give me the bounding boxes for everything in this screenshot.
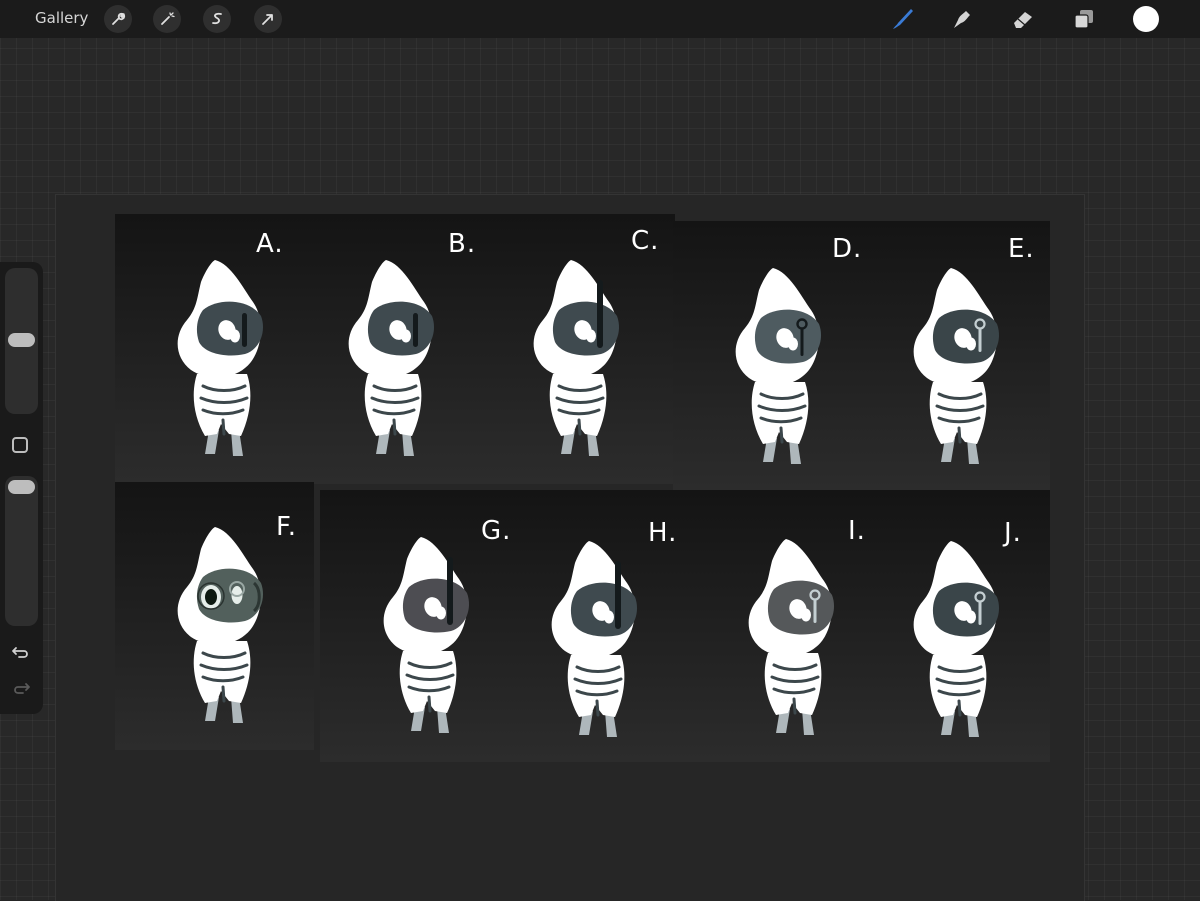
- character-variant: [728, 537, 858, 746]
- variant-label: C.: [631, 226, 660, 256]
- character-variant: [893, 539, 1023, 748]
- variant-label: F.: [276, 512, 298, 542]
- top-toolbar: Gallery: [0, 0, 1200, 38]
- brush-size-handle[interactable]: [8, 333, 35, 347]
- variant-label: B.: [448, 229, 477, 259]
- layers-icon[interactable]: [1071, 6, 1097, 32]
- modify-button[interactable]: [12, 437, 28, 453]
- redo-icon[interactable]: [11, 681, 31, 701]
- gallery-button[interactable]: Gallery: [35, 9, 88, 27]
- character-variant: [157, 525, 287, 734]
- variant-label: G.: [481, 516, 512, 546]
- magic-wand-icon[interactable]: [153, 5, 181, 33]
- smudge-icon[interactable]: [949, 6, 975, 32]
- color-picker[interactable]: [1133, 6, 1159, 32]
- character-variant: [157, 258, 287, 467]
- brush-size-slider[interactable]: [5, 268, 38, 414]
- variant-label: D.: [832, 234, 863, 264]
- selection-icon[interactable]: [203, 5, 231, 33]
- opacity-slider[interactable]: [5, 476, 38, 626]
- variant-label: H.: [648, 518, 678, 548]
- opacity-handle[interactable]: [8, 480, 35, 494]
- character-variant: [531, 539, 661, 748]
- transform-arrow-icon[interactable]: [254, 5, 282, 33]
- variant-label: E.: [1008, 234, 1035, 264]
- variant-label: I.: [848, 516, 866, 546]
- character-variant: [513, 258, 643, 467]
- character-variant: [363, 535, 493, 744]
- eraser-icon[interactable]: [1010, 6, 1036, 32]
- character-variant: [328, 258, 458, 467]
- variant-label: J.: [1004, 518, 1022, 548]
- character-variant: [893, 266, 1023, 475]
- variant-label: A.: [256, 229, 284, 259]
- character-variant: [715, 266, 845, 475]
- brush-icon[interactable]: [889, 6, 915, 32]
- wrench-icon[interactable]: [104, 5, 132, 33]
- undo-icon[interactable]: [11, 645, 31, 665]
- side-toolbar: [0, 262, 43, 714]
